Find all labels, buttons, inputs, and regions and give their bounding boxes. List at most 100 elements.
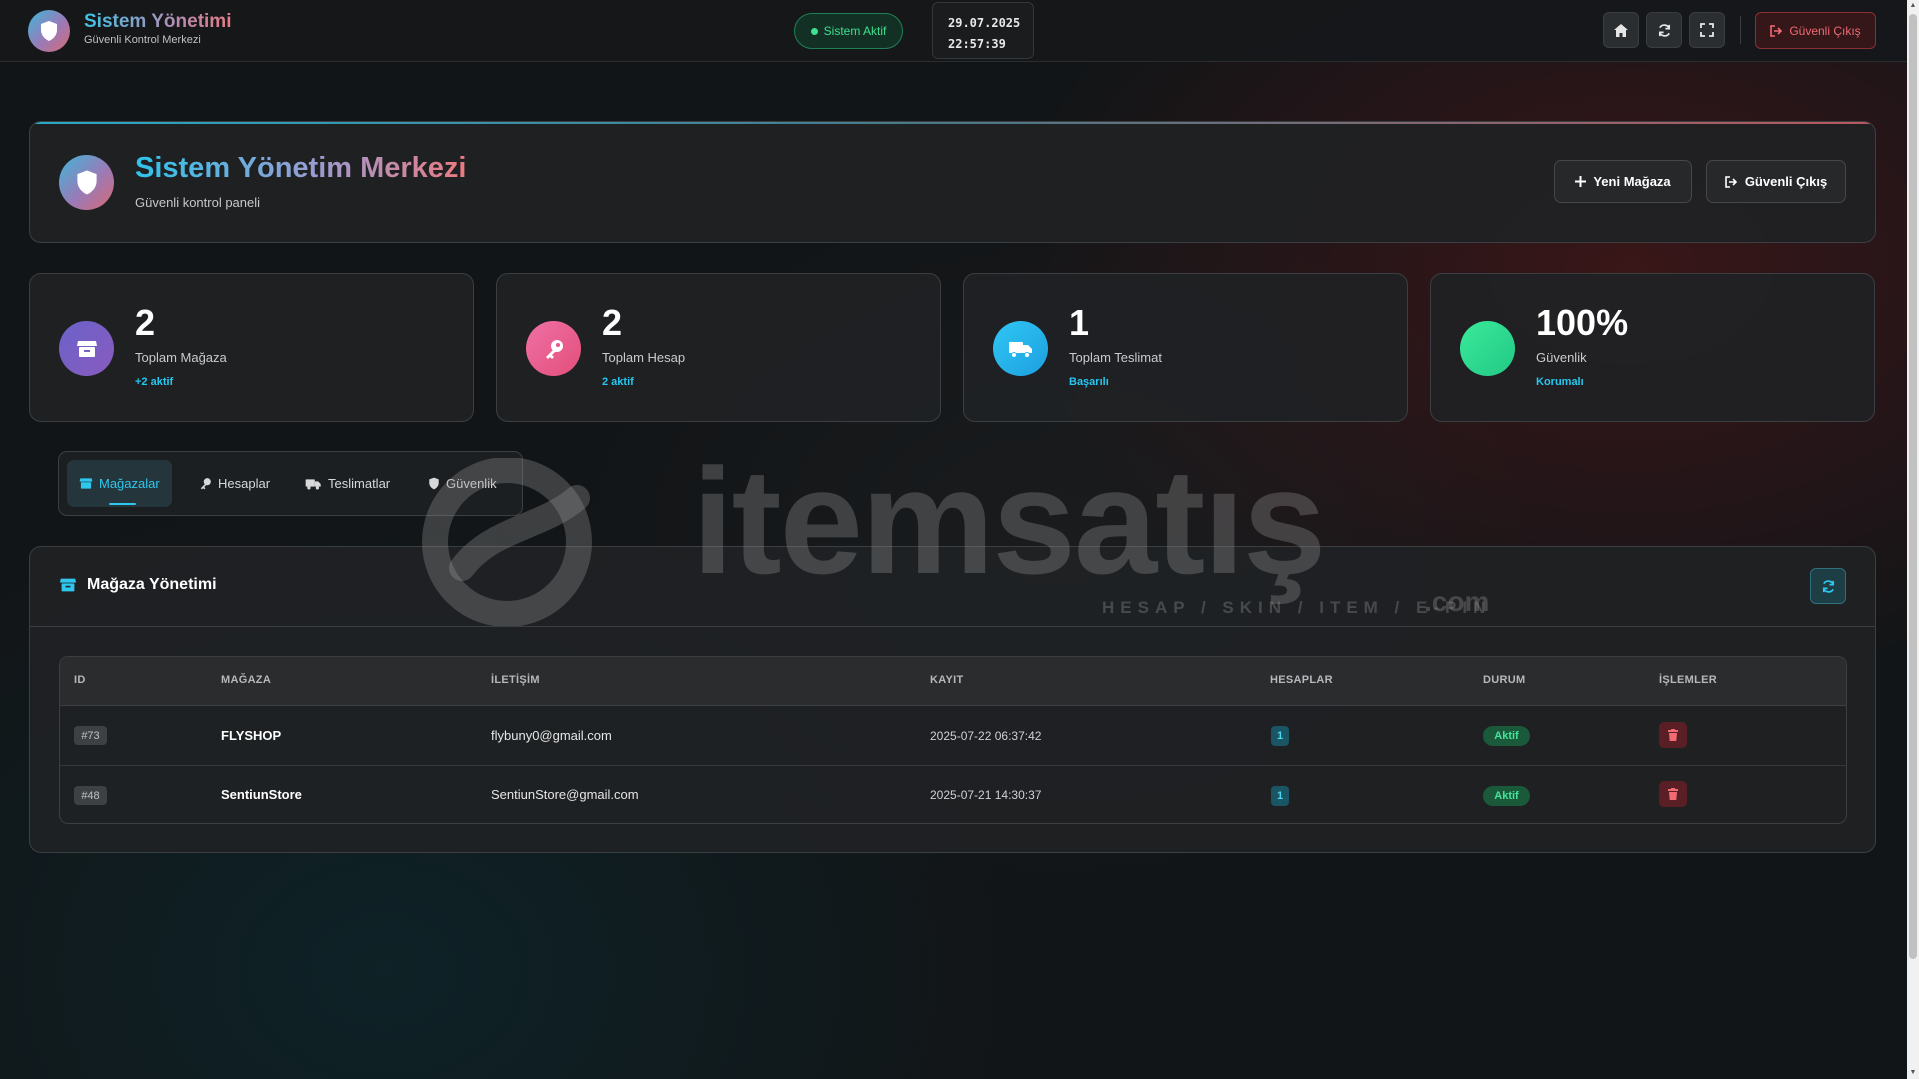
page-title: Sistem Yönetim Merkezi — [135, 152, 467, 184]
header-logout-button[interactable]: Güvenli Çıkış — [1706, 160, 1846, 203]
stat-label: Toplam Hesap — [602, 350, 686, 365]
nav-logout-button[interactable]: Güvenli Çıkış — [1755, 12, 1876, 49]
column-header-registered: KAYIT — [930, 674, 964, 686]
table-header-row: ID MAĞAZA İLETİŞİM KAYIT HESAPLAR DURUM … — [60, 657, 1846, 706]
nav-divider — [1740, 16, 1741, 44]
column-header-store: MAĞAZA — [221, 674, 272, 686]
datetime-display: 29.07.2025 22:57:39 — [932, 2, 1034, 59]
header-accent-line — [30, 122, 1875, 124]
stat-value: 100% — [1536, 302, 1629, 343]
column-header-id: ID — [74, 674, 86, 686]
scroll-down-arrow-icon[interactable]: ▼ — [1907, 1067, 1919, 1079]
stat-value: 2 — [602, 302, 623, 343]
header-shield-icon — [59, 155, 114, 210]
status-dot-icon — [810, 27, 818, 35]
column-header-contact: İLETİŞİM — [491, 674, 540, 686]
refresh-page-button[interactable] — [1646, 12, 1682, 48]
stat-note: 2 aktif — [602, 376, 634, 388]
status-badge: Aktif — [1483, 726, 1530, 746]
status-badge: Aktif — [1483, 786, 1530, 806]
logout-icon — [1725, 175, 1737, 188]
column-header-actions: İŞLEMLER — [1659, 674, 1718, 686]
key-icon — [526, 321, 581, 376]
section-tabs: Mağazalar Hesaplar Teslimatlar Güvenlik — [58, 451, 523, 516]
tab-accounts[interactable]: Hesaplar — [187, 460, 282, 507]
logout-icon — [1770, 24, 1783, 37]
column-header-status: DURUM — [1483, 674, 1526, 686]
delete-store-button[interactable] — [1659, 781, 1687, 807]
header-card: Sistem Yönetim Merkezi Güvenli kontrol p… — [29, 121, 1876, 243]
column-header-accounts: HESAPLAR — [1270, 674, 1333, 686]
tab-label: Mağazalar — [99, 476, 160, 491]
store-account-count: 1 — [1271, 726, 1289, 746]
store-name: FLYSHOP — [221, 728, 282, 743]
stat-label: Toplam Mağaza — [135, 350, 227, 365]
stat-label: Güvenlik — [1536, 350, 1587, 365]
stat-label: Toplam Teslimat — [1069, 350, 1162, 365]
refresh-table-button[interactable] — [1810, 568, 1846, 604]
brand-shield-icon[interactable] — [28, 10, 70, 52]
store-account-count: 1 — [1271, 786, 1289, 806]
truck-icon — [305, 478, 321, 490]
refresh-icon — [1822, 579, 1834, 593]
store-contact: SentiunStore@gmail.com — [491, 787, 639, 802]
store-icon — [60, 578, 76, 592]
home-button[interactable] — [1603, 12, 1639, 48]
key-icon — [200, 478, 211, 490]
card-header: Mağaza Yönetimi — [30, 547, 1875, 627]
header-logout-label: Güvenli Çıkış — [1744, 174, 1828, 189]
new-store-button[interactable]: Yeni Mağaza — [1554, 160, 1692, 203]
current-time: 22:57:39 — [948, 37, 1006, 51]
brand-subtitle: Güvenli Kontrol Merkezi — [84, 34, 201, 46]
trash-icon — [1668, 729, 1678, 741]
store-name: SentiunStore — [221, 787, 302, 802]
active-tab-indicator — [109, 503, 136, 505]
plus-icon — [1575, 176, 1587, 187]
table-row: #73 FLYSHOP flybuny0@gmail.com 2025-07-2… — [60, 706, 1846, 765]
store-management-card: Mağaza Yönetimi ID MAĞAZA İLETİŞİM KAYIT… — [29, 546, 1876, 853]
system-status-label: Sistem Aktif — [823, 24, 887, 38]
delete-store-button[interactable] — [1659, 722, 1687, 748]
stat-note: Başarılı — [1069, 376, 1109, 388]
home-icon — [1614, 23, 1628, 37]
stat-value: 1 — [1069, 302, 1090, 343]
stat-note: +2 aktif — [135, 376, 174, 388]
store-contact: flybuny0@gmail.com — [491, 728, 612, 743]
top-navbar: Sistem Yönetimi Güvenli Kontrol Merkezi … — [0, 0, 1907, 62]
stat-value: 2 — [135, 302, 156, 343]
store-registered-date: 2025-07-21 14:30:37 — [930, 788, 1042, 802]
tab-deliveries[interactable]: Teslimatlar — [293, 460, 402, 507]
shield-check-icon — [1460, 321, 1515, 376]
fullscreen-button[interactable] — [1689, 12, 1725, 48]
stat-card-deliveries: 1 Toplam Teslimat Başarılı — [963, 273, 1408, 422]
tab-label: Güvenlik — [446, 476, 497, 491]
card-title-label: Mağaza Yönetimi — [87, 576, 217, 593]
scroll-up-arrow-icon[interactable]: ▲ — [1907, 0, 1919, 12]
brand-title: Sistem Yönetimi — [84, 11, 232, 32]
nav-logout-label: Güvenli Çıkış — [1789, 23, 1861, 38]
tab-label: Teslimatlar — [328, 476, 391, 491]
card-title: Mağaza Yönetimi — [59, 576, 217, 594]
stat-card-accounts: 2 Toplam Hesap 2 aktif — [496, 273, 941, 422]
truck-icon — [993, 321, 1048, 376]
refresh-icon — [1658, 23, 1670, 37]
system-status-badge: Sistem Aktif — [794, 13, 903, 49]
expand-icon — [1700, 23, 1714, 37]
stores-table: ID MAĞAZA İLETİŞİM KAYIT HESAPLAR DURUM … — [59, 656, 1847, 824]
store-id-badge: #48 — [74, 786, 107, 805]
stat-card-security: 100% Güvenlik Korumalı — [1430, 273, 1875, 422]
trash-icon — [1668, 788, 1678, 800]
tab-security[interactable]: Güvenlik — [416, 460, 509, 507]
table-row: #48 SentiunStore SentiunStore@gmail.com … — [60, 765, 1846, 823]
page-subtitle: Güvenli kontrol paneli — [135, 195, 261, 210]
store-icon — [59, 321, 114, 376]
new-store-label: Yeni Mağaza — [1593, 174, 1671, 189]
current-date: 29.07.2025 — [948, 16, 1021, 30]
vertical-scrollbar[interactable]: ▲ ▼ — [1907, 0, 1919, 1079]
tab-stores[interactable]: Mağazalar — [67, 460, 172, 507]
shield-icon — [429, 477, 439, 490]
page: Sistem Yönetimi Güvenli Kontrol Merkezi … — [0, 0, 1907, 1079]
tab-label: Hesaplar — [218, 476, 271, 491]
scrollbar-thumb[interactable] — [1909, 14, 1917, 959]
stat-note: Korumalı — [1536, 376, 1584, 388]
